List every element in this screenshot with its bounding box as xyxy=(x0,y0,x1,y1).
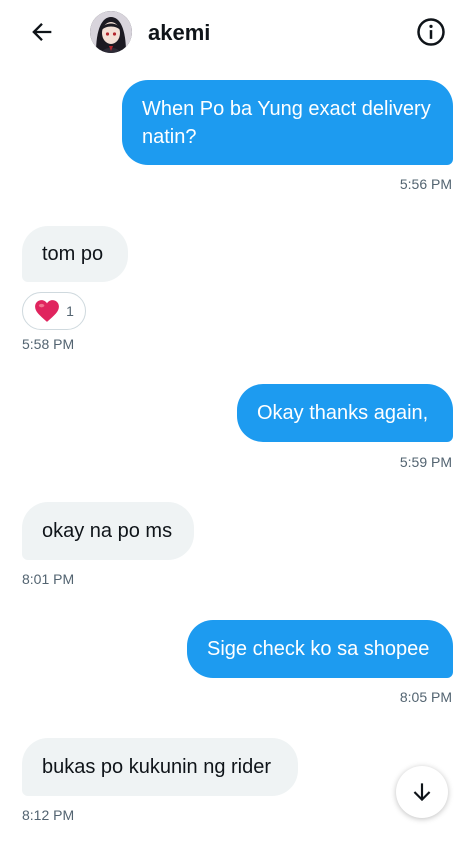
message-bubble-incoming[interactable]: okay na po ms xyxy=(22,502,194,560)
avatar[interactable] xyxy=(90,11,132,53)
message-bubble-incoming[interactable]: bukas po kukunin ng rider xyxy=(22,738,298,796)
message-timestamp: 8:05 PM xyxy=(399,689,452,705)
message-text: okay na po ms xyxy=(42,520,173,542)
message-bubble-outgoing[interactable]: Sige check ko sa shopee xyxy=(187,620,453,678)
message-timestamp: 8:12 PM xyxy=(22,807,75,823)
arrow-down-icon xyxy=(413,783,431,802)
reaction-count: 1 xyxy=(66,303,74,319)
avatar-image xyxy=(90,11,132,53)
scroll-to-bottom-button[interactable] xyxy=(396,766,448,818)
message-text: bukas po kukunin ng rider xyxy=(42,756,272,778)
reaction-badge[interactable]: 1 xyxy=(22,292,86,330)
arrow-left-icon xyxy=(32,23,52,41)
heart-icon xyxy=(35,300,60,322)
message-bubble-outgoing[interactable]: When Po ba Yung exact delivery natin? xyxy=(122,80,453,165)
message-text: tom po xyxy=(42,243,104,265)
message-text: Sige check ko sa shopee xyxy=(207,638,430,660)
conversation-header: akemi xyxy=(0,0,474,68)
message-timestamp: 5:56 PM xyxy=(399,176,452,192)
contact-name: akemi xyxy=(148,20,211,45)
message-timestamp: 8:01 PM xyxy=(22,571,75,587)
message-bubble-outgoing[interactable]: Okay thanks again, xyxy=(237,384,453,442)
info-circle-icon xyxy=(417,18,445,46)
message-text: Okay thanks again, xyxy=(257,402,429,424)
back-button[interactable] xyxy=(26,16,58,48)
info-button[interactable] xyxy=(414,15,448,49)
message-timestamp: 5:58 PM xyxy=(22,336,75,352)
message-timestamp: 5:59 PM xyxy=(399,454,452,470)
message-text: When Po ba Yung exact delivery natin? xyxy=(142,97,431,148)
message-bubble-incoming[interactable]: tom po xyxy=(22,226,128,282)
